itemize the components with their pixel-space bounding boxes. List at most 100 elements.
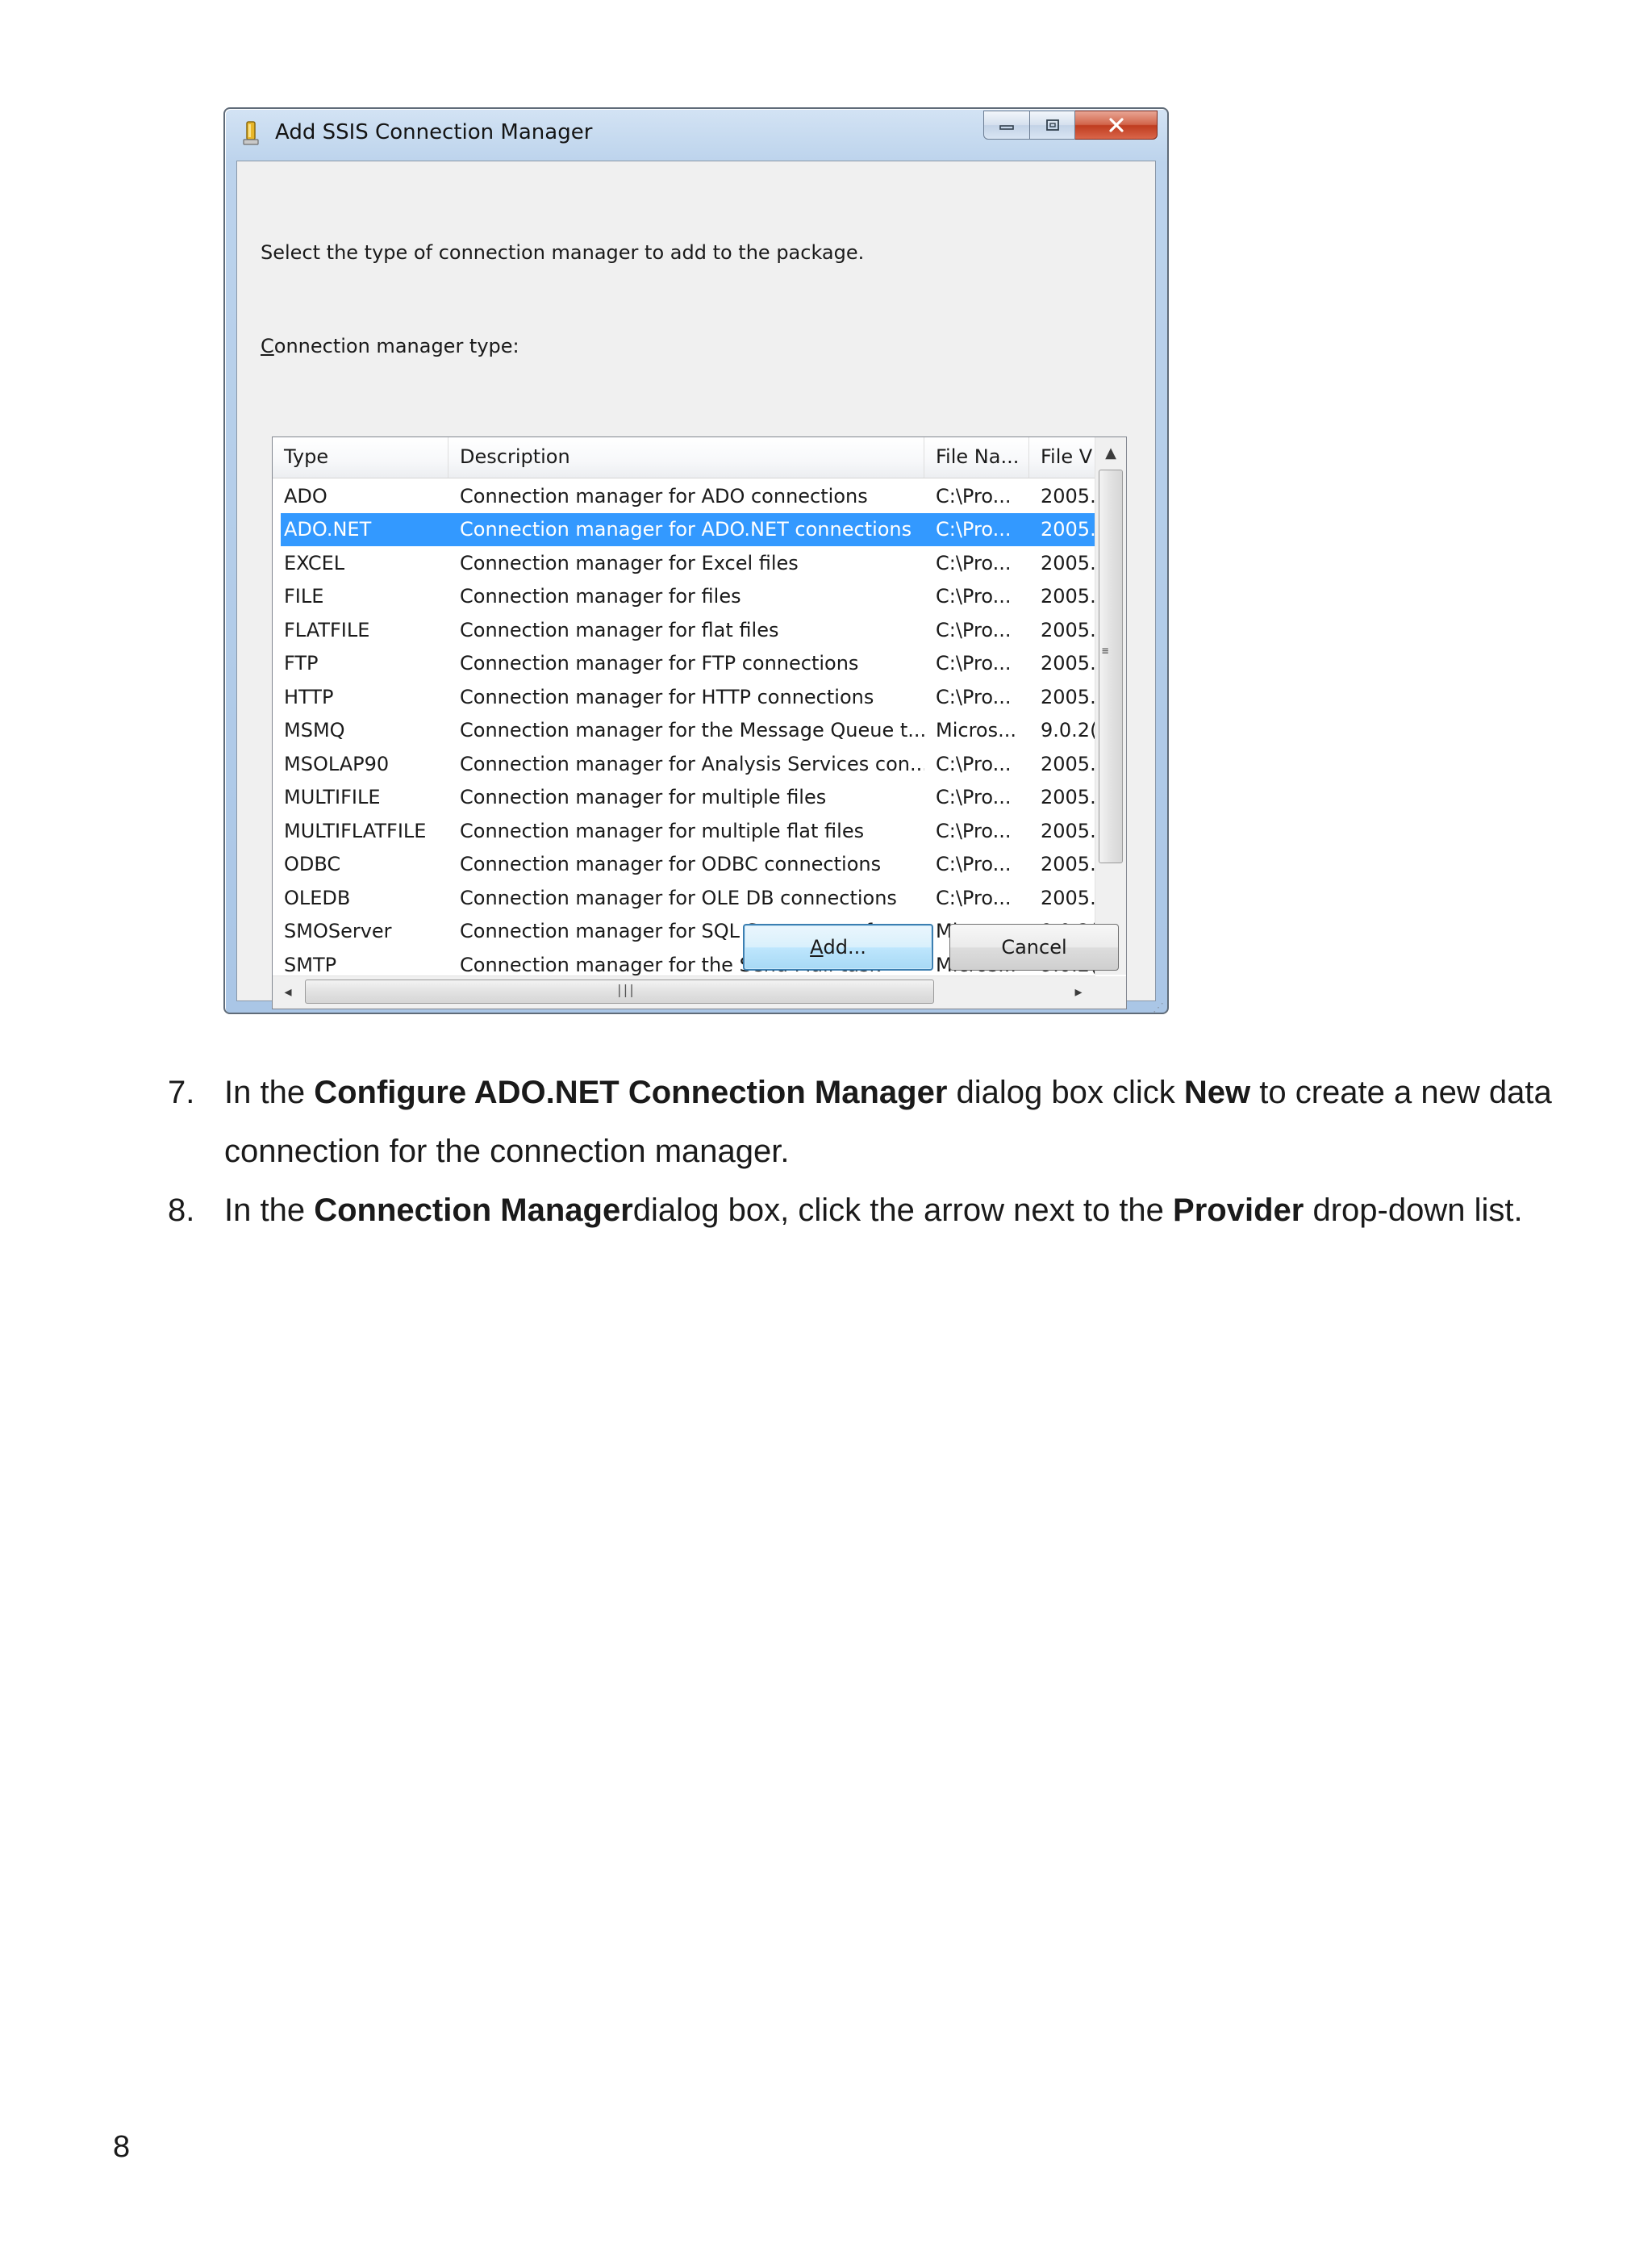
table-row[interactable]: EXCEL Connection manager for Excel files C…: [273, 546, 1095, 580]
cell-type: SMOServer: [284, 920, 392, 943]
table-row[interactable]: MSMQ Connection manager for the Message Q…: [273, 714, 1095, 748]
cell-file-name: Micros...: [936, 719, 1016, 742]
ui-term: Provider: [1173, 1193, 1304, 1228]
title-bar[interactable]: Add SSIS Connection Manager: [225, 109, 1167, 157]
cell-description: Connection manager for ODBC connections: [460, 853, 882, 876]
cell-type: ODBC: [284, 853, 341, 876]
step-text-run: dialog box click: [947, 1075, 1184, 1110]
step-number: 8.: [168, 1193, 195, 1228]
cell-type: MULTIFILE: [284, 786, 381, 809]
label-text: onnection manager type:: [273, 335, 519, 357]
cell-file-version: 2005.: [1041, 752, 1095, 775]
column-header-file-name[interactable]: File Na...: [924, 437, 1029, 478]
step-number: 7.: [168, 1075, 195, 1110]
ui-term: Connection Manager: [314, 1193, 633, 1228]
add-button[interactable]: Add...: [743, 924, 933, 971]
cell-description: Connection manager for multiple flat fil…: [460, 819, 865, 842]
table-row[interactable]: FILE Connection manager for files C:\Pro..…: [273, 580, 1095, 614]
cell-file-version: 2005.: [1041, 551, 1095, 574]
maximize-button[interactable]: [1030, 111, 1075, 140]
cell-type: HTTP: [284, 685, 334, 708]
table-row[interactable]: HTTP Connection manager for HTTP connecti…: [273, 680, 1095, 714]
cell-file-version: 2005.: [1041, 819, 1095, 842]
add-button-accelerator: A: [810, 936, 824, 959]
cell-file-version: 2005.: [1041, 518, 1095, 541]
scroll-left-arrow-icon[interactable]: ◂: [273, 976, 303, 1007]
cell-description: Connection manager for Excel files: [460, 551, 799, 574]
column-header-type[interactable]: Type: [273, 437, 448, 478]
table-row[interactable]: MSOLAP90 Connection manager for Analysis …: [273, 747, 1095, 781]
cell-description: Connection manager for OLE DB connection…: [460, 886, 897, 909]
cell-file-name: C:\Pro...: [936, 618, 1012, 641]
cell-description: Connection manager for FTP connections: [460, 652, 859, 675]
cell-type: ADO.NET: [284, 518, 372, 541]
cell-file-version: 2005.: [1041, 685, 1095, 708]
table-row[interactable]: ODBC Connection manager for ODBC connecti…: [273, 848, 1095, 882]
horizontal-scroll-thumb[interactable]: |||: [305, 980, 934, 1004]
cell-description: Connection manager for ADO.NET connectio…: [460, 518, 912, 541]
vertical-scrollbar[interactable]: ▲ ≡ ▼: [1095, 437, 1126, 975]
step-text-run: drop-down list.: [1304, 1193, 1523, 1228]
close-icon: [1108, 118, 1124, 132]
cell-type: EXCEL: [284, 551, 345, 574]
table-row[interactable]: MULTIFILE Connection manager for multiple…: [273, 781, 1095, 815]
cell-description: Connection manager for ADO connections: [460, 484, 868, 508]
table-row[interactable]: FLATFILE Connection manager for flat file…: [273, 613, 1095, 647]
cancel-button[interactable]: Cancel: [949, 924, 1119, 971]
cell-file-name: C:\Pro...: [936, 585, 1012, 608]
scroll-grip-icon: |||: [615, 982, 636, 997]
cell-file-version: 2005.: [1041, 618, 1095, 641]
cell-type: SMTP: [284, 953, 337, 976]
document-page: Add SSIS Connection Manager Select the t…: [0, 0, 1652, 2264]
scrollbar-corner: [1095, 976, 1126, 1009]
cell-file-name: C:\Pro...: [936, 886, 1012, 909]
cell-file-name: C:\Pro...: [936, 752, 1012, 775]
cell-file-version: 2005.: [1041, 886, 1095, 909]
table-row[interactable]: MULTIFLATFILE Connection manager for mult…: [273, 814, 1095, 848]
scroll-right-arrow-icon[interactable]: ▸: [1063, 976, 1094, 1007]
cell-description: Connection manager for multiple files: [460, 786, 827, 809]
cell-file-version: 2005.: [1041, 585, 1095, 608]
ui-term: New: [1183, 1075, 1251, 1110]
cell-file-version: 2005.: [1041, 786, 1095, 809]
cell-file-name: C:\Pro...: [936, 685, 1012, 708]
step-text: In the Configure ADO.NET Connection Mana…: [224, 1063, 1563, 1181]
label-accelerator: C: [261, 335, 274, 357]
minimize-button[interactable]: [983, 111, 1030, 140]
horizontal-scrollbar[interactable]: ◂ ||| ▸: [273, 975, 1095, 1009]
cell-type: MSOLAP90: [284, 752, 390, 775]
connection-manager-type-label: Connection manager type:: [261, 335, 519, 357]
cell-file-name: C:\Pro...: [936, 484, 1012, 508]
cell-type: FILE: [284, 585, 324, 608]
step-7: 7. In the Configure ADO.NET Connection M…: [168, 1063, 1555, 1181]
list-header: Type Description File Na... File V: [273, 437, 1095, 478]
maximize-icon: [1045, 119, 1059, 131]
table-row[interactable]: ADO.NET Connection manager for ADO.NET co…: [281, 512, 1095, 546]
cell-description: Connection manager for files: [460, 585, 741, 608]
connection-manager-icon: [243, 121, 259, 145]
window-controls: [983, 111, 1158, 141]
column-header-file-version[interactable]: File V: [1029, 437, 1095, 478]
scroll-up-arrow-icon[interactable]: ▲: [1095, 437, 1126, 468]
step-text-run: dialog box, click the arrow next to the: [632, 1193, 1174, 1228]
column-header-description[interactable]: Description: [448, 437, 924, 478]
resize-grip-icon[interactable]: ⋰: [1153, 1002, 1164, 1013]
step-text-run: In the: [224, 1193, 315, 1228]
cell-file-name: C:\Pro...: [936, 652, 1012, 675]
cell-type: ADO: [284, 484, 327, 508]
cell-file-name: C:\Pro...: [936, 551, 1012, 574]
step-8: 8. In the Connection Managerdialog box, …: [168, 1181, 1555, 1299]
cell-description: Connection manager for the Message Queue…: [460, 719, 924, 742]
cell-type: FLATFILE: [284, 618, 370, 641]
table-row[interactable]: ADO Connection manager for ADO connection…: [273, 479, 1095, 513]
cell-file-version: 2005.: [1041, 652, 1095, 675]
table-row[interactable]: OLEDB Connection manager for OLE DB conne…: [273, 881, 1095, 915]
vertical-scroll-thumb[interactable]: [1099, 470, 1123, 863]
close-button[interactable]: [1075, 111, 1158, 140]
step-text-run: In the: [224, 1075, 315, 1110]
step-text: In the Connection Managerdialog box, cli…: [224, 1181, 1563, 1240]
dialog-instruction: Select the type of connection manager to…: [261, 241, 865, 264]
table-row[interactable]: FTP Connection manager for FTP connection…: [273, 647, 1095, 681]
cell-file-version: 9.0.2(: [1041, 719, 1095, 742]
add-ssis-connection-manager-dialog: Add SSIS Connection Manager Select the t…: [223, 107, 1169, 1014]
